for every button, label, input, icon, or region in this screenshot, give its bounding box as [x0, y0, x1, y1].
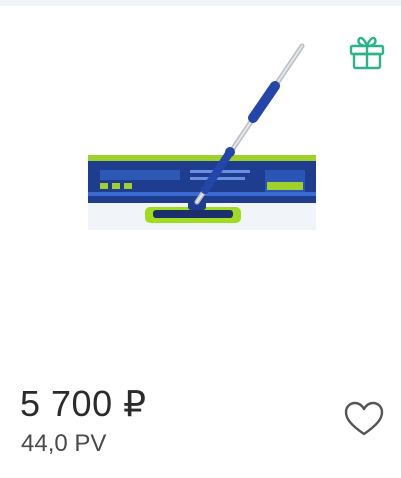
product-pv-points: 44,0 PV [21, 430, 107, 457]
gift-icon[interactable] [347, 33, 387, 73]
product-image[interactable] [70, 30, 335, 300]
heart-outline-icon[interactable] [343, 400, 385, 438]
top-divider [0, 0, 401, 6]
product-price: 5 700 ₽ [20, 383, 147, 424]
